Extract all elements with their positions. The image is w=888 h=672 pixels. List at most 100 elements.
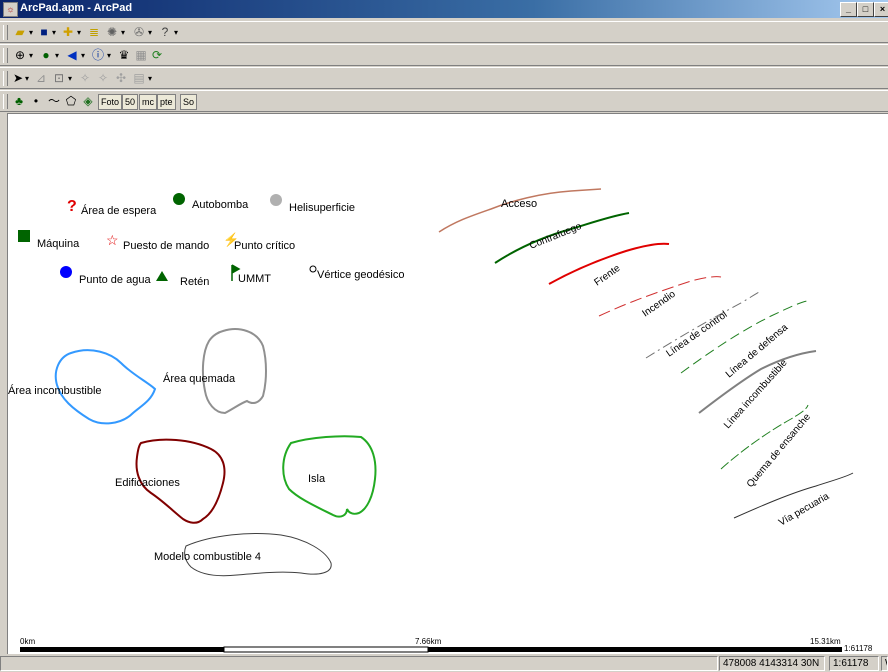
chevron-down-icon[interactable]: ▾ <box>81 47 85 64</box>
legend-puesto-mando: Puesto de mando <box>123 240 209 252</box>
modelo-combustible-label: Modelo combustible 4 <box>154 551 261 563</box>
help-icon[interactable]: ? <box>158 24 172 41</box>
legend-ummt: UMMT <box>238 273 271 285</box>
area-quemada-label: Área quemada <box>163 372 236 385</box>
open-folder-icon[interactable]: ▰ <box>12 24 28 41</box>
arcpad-app-icon[interactable]: ☼ <box>3 2 18 17</box>
find-binoculars-icon[interactable]: ♛ <box>116 47 132 64</box>
vertex-icon[interactable]: ✧ <box>77 70 93 87</box>
frente-label: Frente <box>592 263 622 289</box>
question-mark-icon: ? <box>67 198 77 215</box>
status-pane-empty <box>0 656 718 671</box>
scalebar-mid: 7.66km <box>415 637 442 646</box>
area-incombustible-label: Área incombustible <box>8 384 102 397</box>
status-extra: W <box>881 656 888 671</box>
status-bar: 478008 4143314 30N 1:61178 W <box>0 654 888 672</box>
file-toolbar: ▰ ▾ ■ ▾ ✚ ▾ ≣ ✺ ▾ ✇ ▾ ? ▾ <box>0 21 888 43</box>
map-canvas[interactable]: ? Área de espera Autobomba Helisuperfici… <box>8 114 888 655</box>
50-button[interactable]: 50 <box>122 94 139 110</box>
chevron-down-icon[interactable]: ▾ <box>29 24 33 41</box>
globe-icon[interactable]: ● <box>38 47 54 64</box>
quema-ensanche-label: Quema de ensanche <box>745 411 813 490</box>
toolbar-grip[interactable] <box>3 71 8 86</box>
edificaciones-label: Edificaciones <box>115 477 180 489</box>
maquina-icon <box>18 230 30 242</box>
back-arrow-icon[interactable]: ◀ <box>64 47 80 64</box>
map-view[interactable]: ? Área de espera Autobomba Helisuperfici… <box>7 113 888 654</box>
chevron-down-icon[interactable]: ▾ <box>68 70 72 87</box>
triangle-icon <box>156 271 168 281</box>
legend-area-espera: Área de espera <box>81 204 157 217</box>
legend-punto-critico: Punto crítico <box>234 240 295 252</box>
layers-icon[interactable]: ≣ <box>86 24 102 41</box>
autobomba-icon <box>173 193 185 205</box>
so-button[interactable]: So <box>180 94 198 110</box>
chevron-down-icon[interactable]: ▾ <box>25 70 29 87</box>
contrafuego-label: Contrafuego <box>528 221 584 252</box>
line-icon[interactable]: 〜 <box>46 93 62 110</box>
scalebar-start: 0km <box>20 637 35 646</box>
chevron-down-icon[interactable]: ▾ <box>148 70 152 87</box>
close-button[interactable]: × <box>874 2 888 17</box>
legend-punto-agua: Punto de agua <box>79 274 151 286</box>
polygon-icon[interactable]: ⬠ <box>63 93 79 110</box>
linea-incombustible-line <box>698 350 817 414</box>
edit-toolbar: ➤ ▾ ⊿ ⊡ ▾ ✧ ✧ ✣ ▤ ▾ <box>0 67 888 89</box>
area-quemada-polygon <box>201 328 267 415</box>
incendio-label: Incendio <box>640 289 678 320</box>
save-icon[interactable]: ■ <box>37 24 51 41</box>
chevron-down-icon[interactable]: ▾ <box>174 24 178 41</box>
chevron-down-icon[interactable]: ▾ <box>29 47 33 64</box>
gps-icon[interactable]: ✺ <box>104 24 120 41</box>
add-layer-icon[interactable]: ✚ <box>60 24 76 41</box>
attributes-icon[interactable]: ▤ <box>131 70 147 87</box>
navigation-toolbar: ⊕ ▾ ● ▾ ◀ ▾ ⓘ ▾ ♛ ▦ ⟳ <box>0 44 888 66</box>
chevron-down-icon[interactable]: ▾ <box>121 24 125 41</box>
polygon-edit-icon[interactable]: ⊡ <box>51 70 67 87</box>
isla-polygon <box>282 435 377 518</box>
scalebar-end: 15.31km <box>810 637 841 646</box>
chevron-down-icon[interactable]: ▾ <box>52 24 56 41</box>
window-title: ArcPad.apm - ArcPad <box>20 2 133 14</box>
toolbar-grip[interactable] <box>3 94 8 109</box>
select-arrow-icon[interactable]: ➤ <box>12 70 24 87</box>
identify-icon[interactable]: ⓘ <box>90 47 106 64</box>
legend-helisuperficie: Helisuperficie <box>289 202 355 214</box>
chevron-down-icon[interactable]: ▾ <box>55 47 59 64</box>
pte-button[interactable]: pte <box>157 94 176 110</box>
point-edit-icon[interactable]: ⊿ <box>33 70 49 87</box>
scalebar-segment <box>20 647 224 652</box>
table-icon[interactable]: ▦ <box>134 47 148 64</box>
minimize-button[interactable]: _ <box>840 2 857 17</box>
chevron-down-icon[interactable]: ▾ <box>148 24 152 41</box>
toolbar-grip[interactable] <box>3 48 8 63</box>
chevron-down-icon[interactable]: ▾ <box>107 47 111 64</box>
legend-vertice: Vértice geodésico <box>317 269 404 281</box>
symbol-toolbar: ♣ • 〜 ⬠ ◈ Foto 50 mc pte So <box>0 90 888 112</box>
vertex-add-icon[interactable]: ✧ <box>95 70 111 87</box>
point-icon[interactable]: • <box>31 93 41 110</box>
star-icon: ☆ <box>106 232 119 248</box>
coordinates-readout: 478008 4143314 30N <box>719 656 825 671</box>
refresh-icon[interactable]: ⟳ <box>150 47 164 64</box>
helisuperficie-icon <box>270 194 282 206</box>
maximize-button[interactable]: □ <box>857 2 874 17</box>
title-bar: ☼ ArcPad.apm - ArcPad _ □ × <box>0 0 888 18</box>
tree-icon[interactable]: ♣ <box>12 93 26 110</box>
scalebar-ratio: 1:61178 <box>844 644 873 653</box>
scalebar-segment <box>223 646 429 653</box>
map-icon[interactable]: ◈ <box>80 93 96 110</box>
scale-readout[interactable]: 1:61178 <box>829 656 879 671</box>
zoom-in-icon[interactable]: ⊕ <box>12 47 28 64</box>
split-icon[interactable]: ✣ <box>113 70 129 87</box>
toolbar-grip[interactable] <box>3 25 8 40</box>
chevron-down-icon[interactable]: ▾ <box>77 24 81 41</box>
mc-button[interactable]: mc <box>139 94 157 110</box>
foto-button[interactable]: Foto <box>98 94 123 110</box>
tools-icon[interactable]: ✇ <box>131 24 147 41</box>
isla-label: Isla <box>308 473 326 485</box>
acceso-label: Acceso <box>501 198 537 210</box>
legend-maquina: Máquina <box>37 238 80 250</box>
linea-control-label: Línea de control <box>664 309 729 359</box>
circle-icon <box>309 265 317 273</box>
